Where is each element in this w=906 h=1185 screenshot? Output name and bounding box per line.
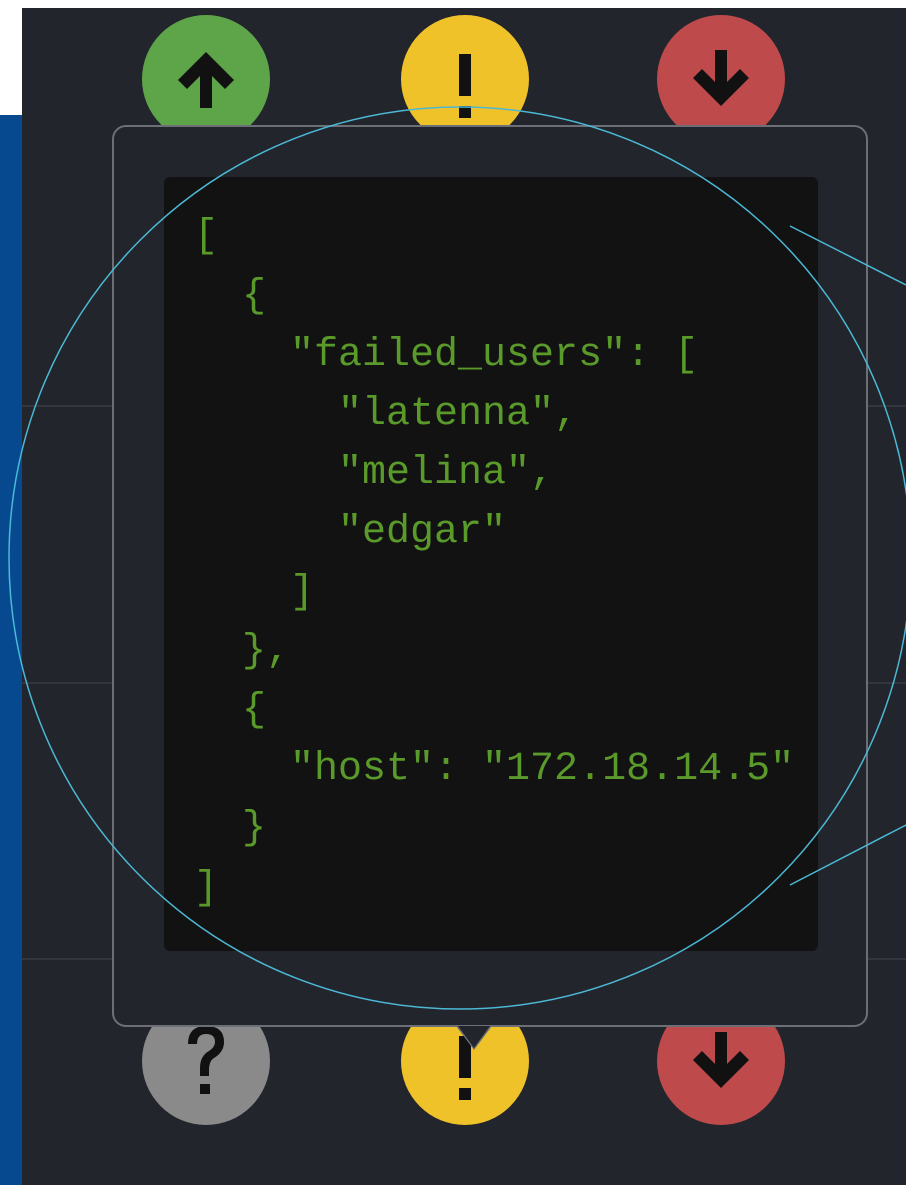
- code-line: {: [194, 688, 267, 733]
- code-line: "latenna",: [194, 392, 579, 437]
- exclamation-icon: [459, 54, 471, 118]
- code-line: ]: [194, 570, 315, 615]
- arrow-down-icon: [693, 1032, 749, 1088]
- code-line: [: [194, 214, 219, 259]
- screen: [ { "failed_users": [ "latenna", "melina…: [0, 0, 906, 1185]
- code-line: }: [194, 806, 267, 851]
- status-up-icon[interactable]: [142, 15, 270, 143]
- status-warning-icon[interactable]: [401, 15, 529, 143]
- code-line: ]: [194, 866, 219, 911]
- status-down-icon[interactable]: [657, 15, 785, 143]
- code-line: },: [194, 629, 291, 674]
- left-sidebar-strip: [0, 115, 22, 1185]
- code-line: "edgar": [194, 510, 507, 555]
- code-line: "host": "172.18.14.5": [194, 747, 795, 792]
- popup-pointer: [458, 1026, 490, 1048]
- code-line: "failed_users": [: [194, 333, 699, 378]
- arrow-up-icon: [178, 52, 234, 108]
- question-icon: [188, 1026, 224, 1094]
- top-left-blank: [0, 0, 22, 115]
- arrow-down-icon: [693, 50, 749, 106]
- json-code-block: [ { "failed_users": [ "latenna", "melina…: [164, 177, 818, 951]
- code-line: {: [194, 274, 267, 319]
- code-line: "melina",: [194, 451, 555, 496]
